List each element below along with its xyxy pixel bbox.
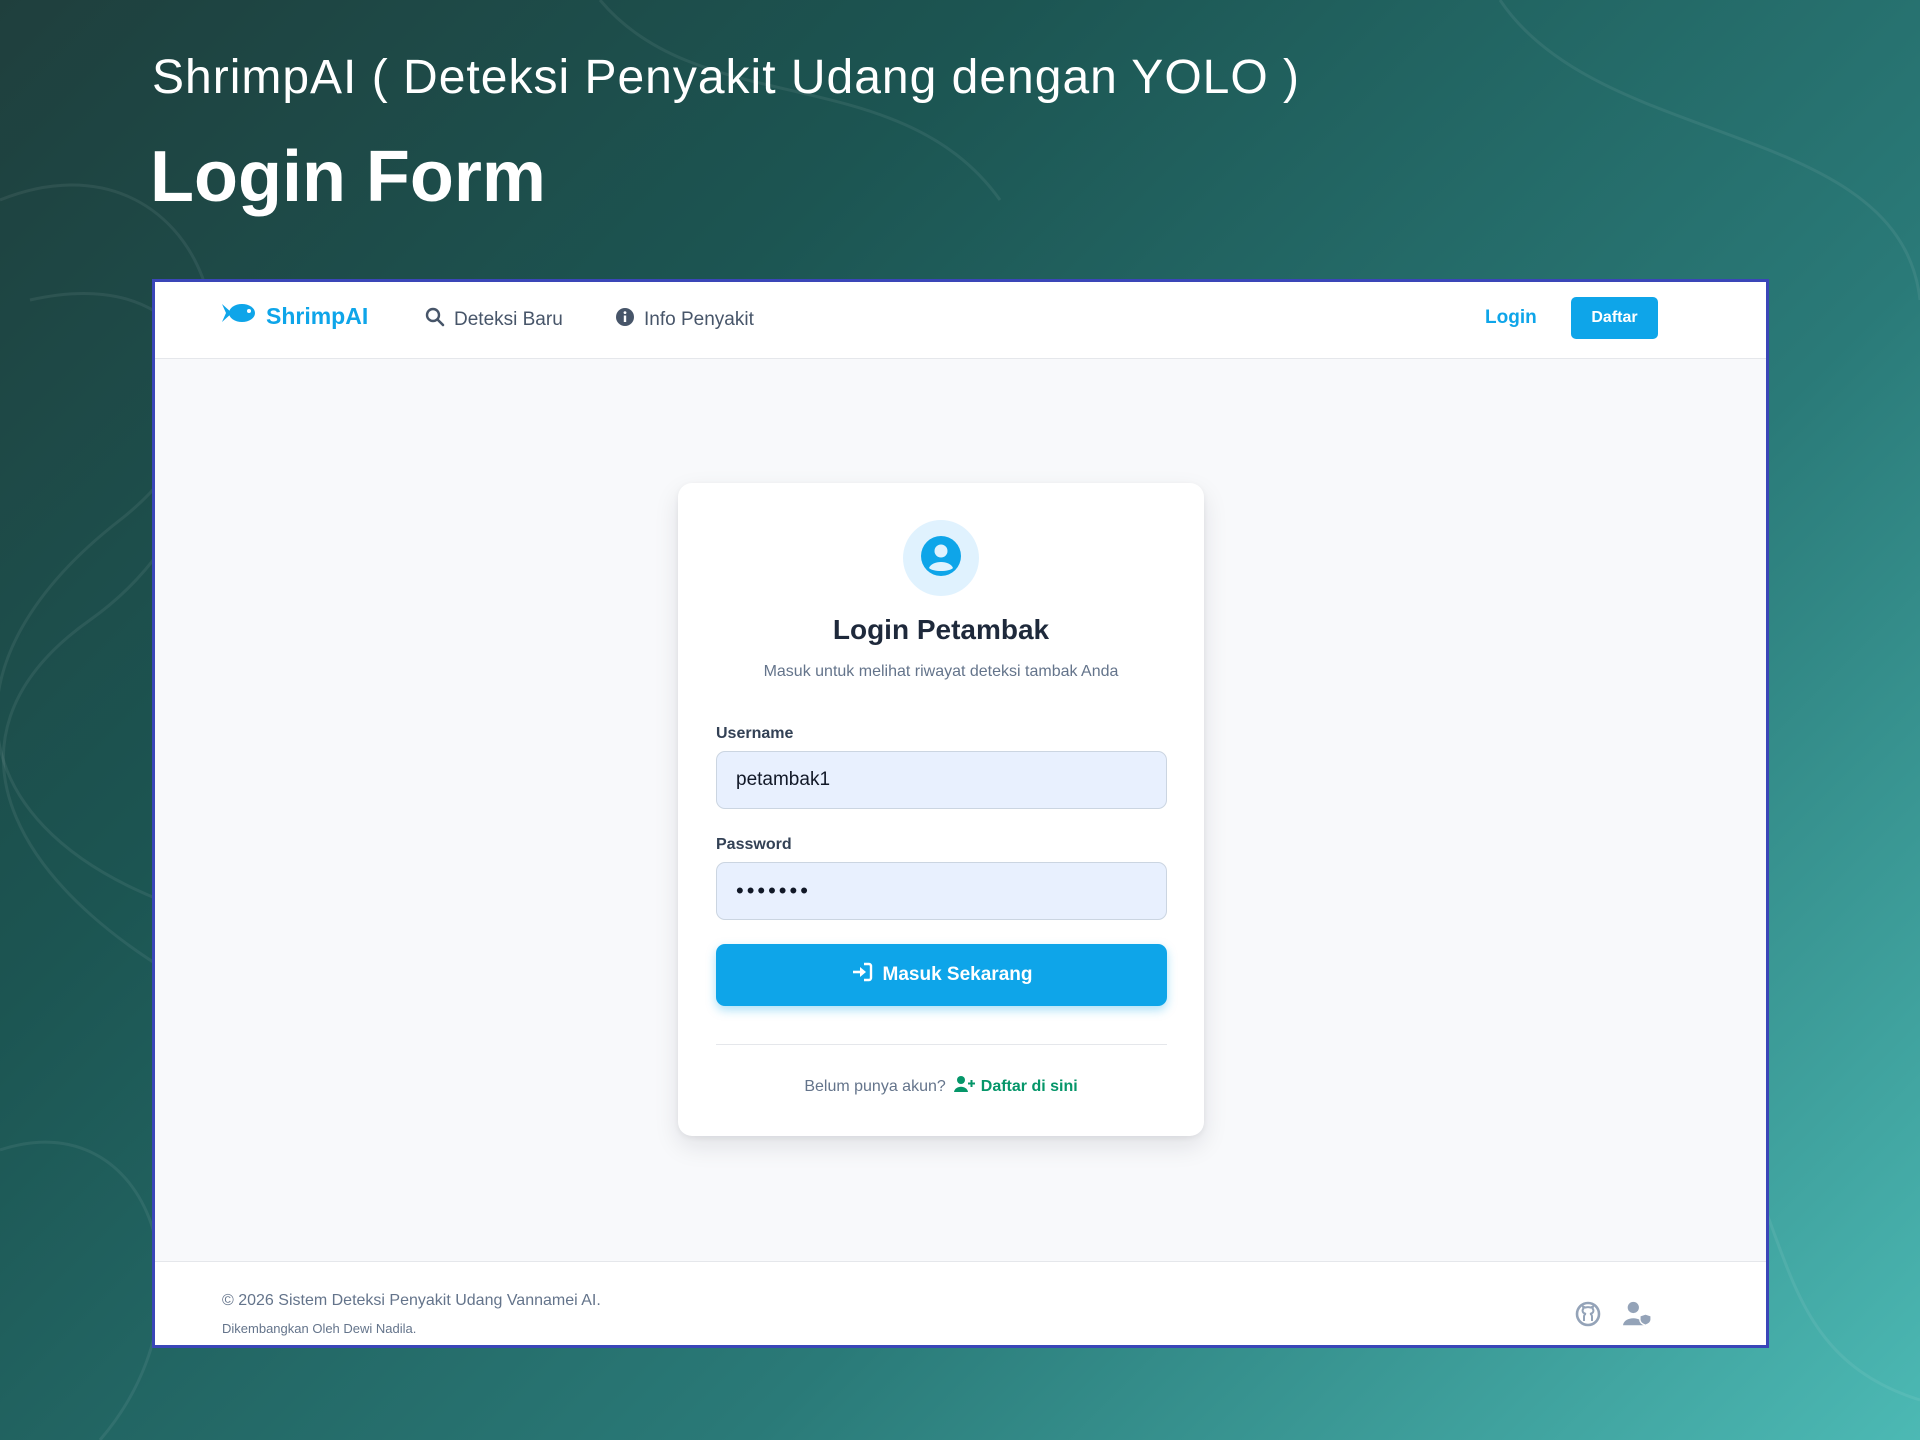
search-icon xyxy=(425,307,445,333)
slide-subtitle: ShrimpAI ( Deteksi Penyakit Udang dengan… xyxy=(152,51,1300,104)
no-account-text: Belum punya akun? xyxy=(804,1077,946,1095)
register-prompt: Belum punya akun? Daftar di sini xyxy=(678,1075,1204,1098)
login-subtitle: Masuk untuk melihat riwayat deteksi tamb… xyxy=(763,663,1119,680)
login-submit-label: Masuk Sekarang xyxy=(882,964,1033,985)
slide-title: Login Form xyxy=(150,137,546,217)
divider xyxy=(716,1044,1167,1045)
register-link[interactable]: Daftar di sini xyxy=(953,1075,1078,1098)
sign-in-icon xyxy=(851,962,873,988)
fish-icon xyxy=(222,302,258,330)
github-icon[interactable] xyxy=(1573,1299,1603,1329)
register-link-label: Daftar di sini xyxy=(980,1077,1078,1095)
avatar xyxy=(903,520,979,596)
login-submit-button[interactable]: Masuk Sekarang xyxy=(716,944,1167,1006)
user-shield-icon[interactable] xyxy=(1623,1299,1653,1329)
nav-info-penyakit-label: Info Penyakit xyxy=(644,309,754,330)
nav-login-link[interactable]: Login xyxy=(1485,307,1537,329)
brand-logo[interactable]: ShrimpAI xyxy=(222,302,368,330)
nav-register-button[interactable]: Daftar xyxy=(1571,297,1658,339)
footer: © 2026 Sistem Deteksi Penyakit Udang Van… xyxy=(155,1261,1766,1345)
login-card: Login Petambak Masuk untuk melihat riway… xyxy=(678,483,1204,1136)
login-title: Login Petambak xyxy=(832,614,1050,645)
footer-developer: Dikembangkan Oleh Dewi Nadila. xyxy=(222,1321,417,1336)
info-circle-icon xyxy=(615,307,635,333)
user-circle-icon xyxy=(920,535,962,582)
nav-deteksi-baru[interactable]: Deteksi Baru xyxy=(425,307,563,333)
app-screenshot: ShrimpAI Deteksi Baru Info Penyakit Logi… xyxy=(152,279,1769,1348)
password-input[interactable]: ••••••• xyxy=(716,862,1167,920)
brand-name: ShrimpAI xyxy=(266,302,369,329)
nav-deteksi-baru-label: Deteksi Baru xyxy=(454,309,563,330)
username-input[interactable]: petambak1 xyxy=(716,751,1167,809)
navbar: ShrimpAI Deteksi Baru Info Penyakit Logi… xyxy=(155,282,1766,359)
user-plus-icon xyxy=(953,1075,976,1098)
nav-info-penyakit[interactable]: Info Penyakit xyxy=(615,307,754,333)
password-label: Password xyxy=(716,836,792,853)
footer-copyright: © 2026 Sistem Deteksi Penyakit Udang Van… xyxy=(222,1292,601,1309)
username-label: Username xyxy=(716,725,794,742)
